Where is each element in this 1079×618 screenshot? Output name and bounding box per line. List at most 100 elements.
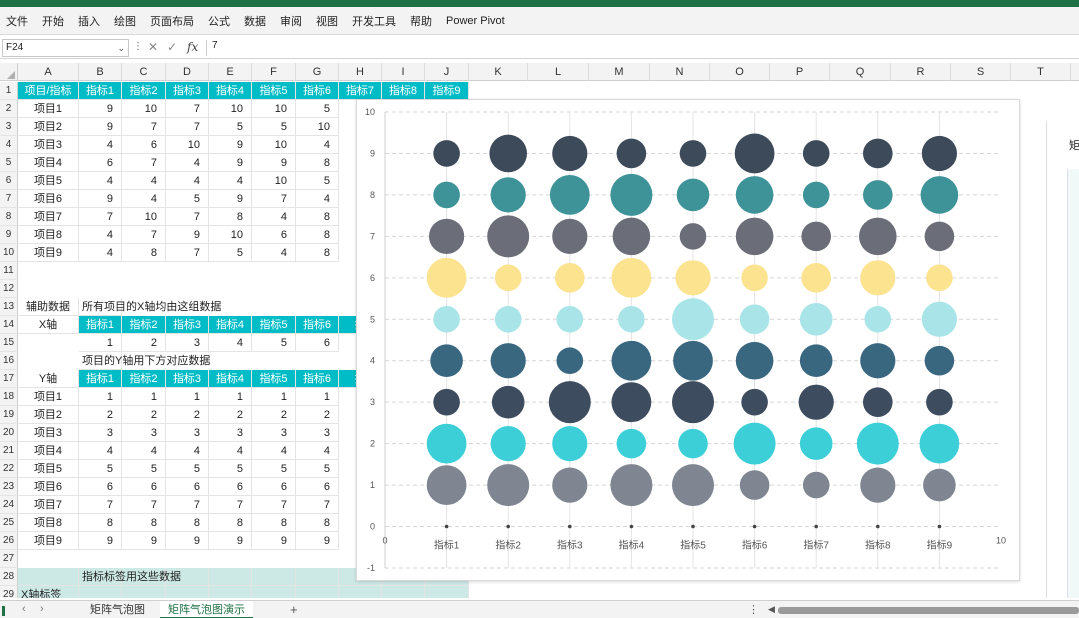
value-cell[interactable]: 6 [252,226,296,244]
row-header[interactable]: 22 [0,460,18,478]
value-cell[interactable]: 4 [79,244,122,262]
value-cell[interactable]: 3 [122,424,166,442]
value-cell[interactable]: 9 [166,226,209,244]
value-cell[interactable]: 1 [166,388,209,406]
value-cell[interactable]: 5 [296,460,339,478]
y-header-cell[interactable]: 指标4 [209,370,252,388]
band-cell[interactable] [79,586,122,598]
column-header[interactable]: N [650,63,710,81]
close-icon[interactable]: ✕ [148,40,158,54]
band-cell[interactable] [122,586,166,598]
ribbon-tab[interactable]: 视图 [316,13,338,29]
value-cell[interactable]: 7 [122,226,166,244]
y-axis-label-cell[interactable]: Y轴 [18,370,79,388]
value-cell[interactable]: 10 [122,100,166,118]
x-label-cell[interactable]: X轴标签 [18,586,79,598]
x-value-cell[interactable]: 2 [122,334,166,352]
chevron-down-icon[interactable]: ⌄ [117,40,125,56]
row-header[interactable]: 16 [0,352,18,370]
ribbon-tab[interactable]: 插入 [78,13,100,29]
value-cell[interactable]: 7 [79,496,122,514]
row-label-cell[interactable]: 项目3 [18,136,79,154]
value-cell[interactable]: 6 [296,478,339,496]
value-cell[interactable]: 8 [122,514,166,532]
header-cell[interactable]: 指标8 [382,82,425,100]
aux-note-cell[interactable]: 所有项目的X轴均由这组数据 [79,298,221,316]
value-cell[interactable]: 7 [166,100,209,118]
row-header[interactable]: 9 [0,226,18,244]
value-cell[interactable]: 8 [166,514,209,532]
column-header[interactable]: I [382,63,425,81]
column-header[interactable]: S [951,63,1011,81]
value-cell[interactable]: 4 [166,154,209,172]
x-header-cell[interactable]: 指标4 [209,316,252,334]
more-icon[interactable]: ⋮ [133,41,143,52]
select-all-button[interactable] [0,63,18,81]
band-cell[interactable] [296,586,339,598]
value-cell[interactable]: 9 [79,190,122,208]
value-cell[interactable]: 6 [209,478,252,496]
value-cell[interactable]: 5 [252,460,296,478]
x-header-cell[interactable]: 指标1 [79,316,122,334]
sheet-tab-matrix-bubble-demo[interactable]: 矩阵气泡图演示 [160,601,253,618]
column-header[interactable]: P [770,63,830,81]
ribbon-tab[interactable]: 绘图 [114,13,136,29]
value-cell[interactable]: 8 [122,244,166,262]
row-label-cell[interactable]: 项目1 [18,388,79,406]
column-header[interactable]: M [589,63,650,81]
column-header[interactable]: T [1011,63,1071,81]
value-cell[interactable]: 4 [252,442,296,460]
value-cell[interactable]: 9 [79,118,122,136]
row-header[interactable]: 8 [0,208,18,226]
value-cell[interactable]: 2 [252,406,296,424]
value-cell[interactable]: 2 [166,406,209,424]
value-cell[interactable]: 7 [166,496,209,514]
value-cell[interactable]: 8 [296,244,339,262]
value-cell[interactable]: 7 [296,496,339,514]
value-cell[interactable]: 10 [296,118,339,136]
band-cell[interactable] [425,586,469,598]
value-cell[interactable]: 3 [79,424,122,442]
row-label-cell[interactable]: 项目1 [18,100,79,118]
header-cell[interactable]: 指标9 [425,82,469,100]
value-cell[interactable]: 8 [296,208,339,226]
row-header[interactable]: 5 [0,154,18,172]
band-cell[interactable] [252,568,296,586]
value-cell[interactable]: 3 [296,424,339,442]
column-header[interactable]: D [166,63,209,81]
value-cell[interactable]: 5 [209,118,252,136]
chevron-right-icon[interactable]: › [40,603,44,615]
ribbon-tab[interactable]: 公式 [208,13,230,29]
value-cell[interactable]: 5 [209,244,252,262]
row-label-cell[interactable]: 项目2 [18,406,79,424]
band-cell[interactable] [209,586,252,598]
value-cell[interactable]: 5 [166,460,209,478]
x-header-cell[interactable]: 指标5 [252,316,296,334]
value-cell[interactable]: 9 [209,154,252,172]
aux-label-cell[interactable]: 辅助数据 [18,298,79,316]
column-header[interactable]: A [18,63,79,81]
value-cell[interactable]: 7 [252,496,296,514]
value-cell[interactable]: 6 [79,478,122,496]
row-label-cell[interactable]: 项目9 [18,532,79,550]
row-header[interactable]: 24 [0,496,18,514]
value-cell[interactable]: 6 [122,478,166,496]
value-cell[interactable]: 2 [79,406,122,424]
x-value-cell[interactable]: 3 [166,334,209,352]
value-cell[interactable]: 7 [252,190,296,208]
column-header[interactable]: C [122,63,166,81]
value-cell[interactable]: 1 [122,388,166,406]
value-cell[interactable]: 7 [166,208,209,226]
bubble-chart[interactable]: -1 0 1 2 3 4 5 6 7 8 9 10 0 10 指标1 指标2 指标3 指标4 指标5 指标6 指标7 指标… [356,99,1020,581]
value-cell[interactable]: 10 [209,226,252,244]
row-header[interactable]: 15 [0,334,18,352]
row-label-cell[interactable]: 项目7 [18,496,79,514]
value-cell[interactable]: 9 [79,532,122,550]
value-cell[interactable]: 7 [122,496,166,514]
value-cell[interactable]: 4 [296,442,339,460]
x-value-cell[interactable]: 1 [79,334,122,352]
more-icon[interactable]: ⋮ [748,603,759,616]
value-cell[interactable]: 4 [296,136,339,154]
row-header[interactable]: 14 [0,316,18,334]
y-header-cell[interactable]: 指标5 [252,370,296,388]
